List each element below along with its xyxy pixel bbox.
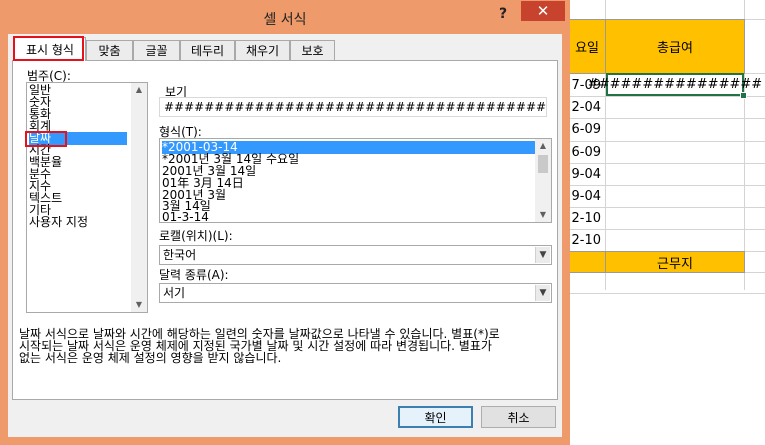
format-description: 날짜 서식으로 날짜와 시간에 해당하는 일련의 숫자를 날짜값으로 나타낼 수… xyxy=(19,328,559,364)
calendar-label: 달력 종류(A): xyxy=(159,268,229,282)
dialog-title: 셀 서식 xyxy=(263,12,307,28)
fill-handle[interactable] xyxy=(740,92,747,99)
dialog-title-bar[interactable]: 셀 서식 ? ✕ xyxy=(0,0,570,34)
scroll-down-arrow-icon[interactable]: ▼ xyxy=(535,208,551,222)
scroll-down-arrow-icon[interactable]: ▼ xyxy=(131,298,147,312)
date-cell[interactable]: 9-04 xyxy=(565,185,601,207)
format-cells-dialog: 셀 서식 ? ✕ 표시 형식 맞춤 글꼴 테두리 채우기 보호 범주(C): 일… xyxy=(0,0,570,445)
selected-cell[interactable]: ################ xyxy=(588,73,762,96)
date-cell[interactable]: 6-09 xyxy=(565,141,601,163)
tab-font[interactable]: 글꼴 xyxy=(133,40,180,60)
date-cell[interactable]: 2-10 xyxy=(565,207,601,229)
category-scrollbar[interactable]: ▲ ▼ xyxy=(131,83,147,312)
highlight-category-box xyxy=(25,131,67,147)
date-cell[interactable]: 6-09 xyxy=(565,118,601,140)
scroll-up-arrow-icon[interactable]: ▲ xyxy=(131,83,147,97)
type-list[interactable]: *2001-03-14 *2001년 3월 14일 수요일 2001년 3월 1… xyxy=(159,138,552,223)
cancel-button[interactable]: 취소 xyxy=(481,406,556,428)
calendar-dropdown[interactable]: 서기 ▼ xyxy=(159,283,552,303)
tab-fill[interactable]: 채우기 xyxy=(235,40,290,60)
chevron-down-icon[interactable]: ▼ xyxy=(535,247,550,263)
ok-button[interactable]: 확인 xyxy=(398,406,473,428)
type-item[interactable]: 01-3-14 xyxy=(162,211,209,223)
locale-label: 로캘(위치)(L): xyxy=(159,229,233,243)
gridline xyxy=(570,293,765,294)
number-tab-panel: 범주(C): 일반 숫자 통화 회계 날짜 시간 백분율 분수 지수 텍스트 기… xyxy=(12,60,558,400)
type-scrollbar[interactable]: ▲ ▼ xyxy=(535,139,551,222)
highlight-tab-box xyxy=(13,36,84,61)
scroll-up-arrow-icon[interactable]: ▲ xyxy=(535,139,551,153)
tab-border[interactable]: 테두리 xyxy=(180,40,235,60)
header-cell-total-pay[interactable]: 총급여 xyxy=(605,19,745,74)
header-cell-date[interactable]: 요일 xyxy=(565,19,606,74)
category-list[interactable]: 일반 숫자 통화 회계 날짜 시간 백분율 분수 지수 텍스트 기타 사용자 지… xyxy=(26,82,148,313)
scroll-thumb[interactable] xyxy=(538,155,548,173)
footer-cell-workplace[interactable]: 근무지 xyxy=(605,251,745,273)
help-button[interactable]: ? xyxy=(499,6,507,22)
dialog-client-area: 표시 형식 맞춤 글꼴 테두리 채우기 보호 범주(C): 일반 숫자 통화 회… xyxy=(8,34,562,437)
locale-dropdown[interactable]: 한국어 ▼ xyxy=(159,245,552,265)
chevron-down-icon[interactable]: ▼ xyxy=(535,285,550,301)
category-item[interactable]: 사용자 지정 xyxy=(29,216,88,229)
date-cell[interactable]: 2-04 xyxy=(565,96,601,118)
sample-preview: ########################################… xyxy=(159,97,547,117)
tab-protection[interactable]: 보호 xyxy=(290,40,335,60)
tab-alignment[interactable]: 맞춤 xyxy=(86,40,133,60)
date-cell[interactable]: 9-04 xyxy=(565,163,601,185)
close-button[interactable]: ✕ xyxy=(521,1,565,21)
description-line: 없는 서식은 운영 체제 설정의 영향을 받지 않습니다. xyxy=(19,351,282,365)
locale-value: 한국어 xyxy=(163,248,197,262)
calendar-value: 서기 xyxy=(163,286,186,300)
footer-cell-empty[interactable] xyxy=(565,251,606,273)
date-cell[interactable]: 2-10 xyxy=(565,229,601,251)
